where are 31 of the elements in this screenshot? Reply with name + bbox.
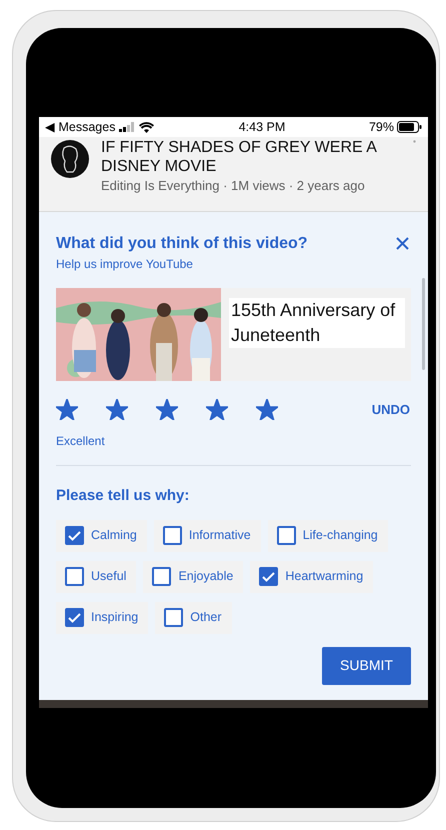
reason-checkbox[interactable]: Other: [155, 602, 232, 634]
video-title[interactable]: DISNEY MOVIE: [101, 157, 377, 176]
clock-time: 4:43 PM: [238, 118, 286, 136]
reason-checkbox[interactable]: Calming: [56, 520, 147, 552]
reason-checkbox[interactable]: Inspiring: [56, 602, 148, 634]
scrollbar-thumb[interactable]: [422, 278, 425, 370]
close-icon[interactable]: [396, 237, 409, 250]
reasons-heading: Please tell us why:: [56, 486, 190, 506]
star-rating[interactable]: [56, 399, 278, 420]
checkmark-icon: [262, 572, 276, 582]
reason-checkbox[interactable]: Informative: [154, 520, 261, 552]
survey-subtitle: Help us improve YouTube: [56, 256, 194, 272]
rating-label: Excellent: [56, 433, 106, 450]
wifi-icon: [139, 122, 154, 132]
reason-checkbox[interactable]: Heartwarming: [250, 560, 374, 592]
battery-percentage: 79%: [368, 118, 394, 136]
submit-button[interactable]: SUBMIT: [322, 646, 411, 684]
video-title: 155th Anniversary of Juneteenth: [229, 298, 405, 348]
survey-question: What did you think of this video?: [56, 234, 308, 254]
reason-checkbox[interactable]: Life-changing: [268, 520, 388, 552]
signal-icon: [119, 122, 136, 132]
undo-button[interactable]: UNDO: [372, 400, 410, 420]
checkmark-icon: [68, 530, 81, 540]
channel-avatar[interactable]: [51, 140, 89, 178]
video-title[interactable]: IF FIFTY SHADES OF GREY WERE A: [101, 138, 377, 157]
reason-checkbox[interactable]: Useful: [56, 560, 136, 592]
video-metadata: Editing Is Everything · 1M views · 2 years ago: [101, 177, 366, 195]
back-to-messages-link[interactable]: ◀ Messages: [45, 118, 116, 136]
checkmark-icon: [68, 612, 81, 622]
reason-checkbox[interactable]: Enjoyable: [143, 560, 244, 592]
battery-icon: [397, 121, 422, 133]
